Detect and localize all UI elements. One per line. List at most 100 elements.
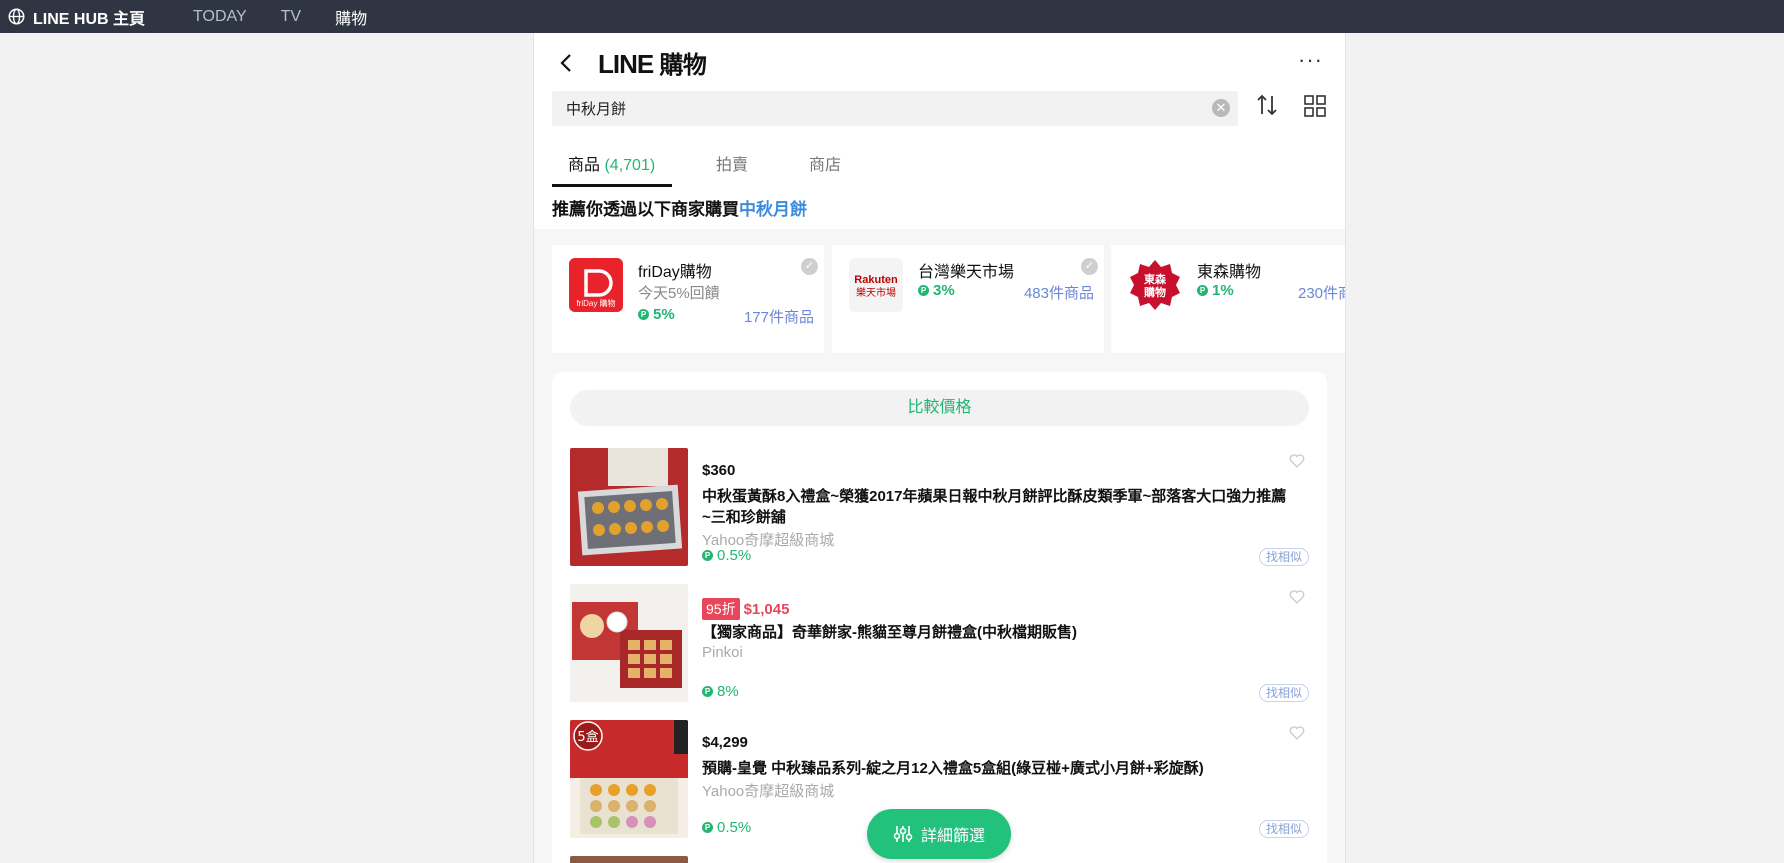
- etmall-logo-text2: 購物: [1143, 285, 1166, 299]
- header-area: LINE 購物 ··· ✕ 商品 (4,701) 拍賣 商店: [534, 33, 1345, 229]
- product-points: P 8%: [702, 683, 739, 700]
- price-value: $360: [702, 462, 736, 479]
- product-badge: 5盒: [577, 729, 598, 745]
- point-icon: P: [918, 285, 929, 296]
- find-similar-button[interactable]: 找相似: [1258, 548, 1309, 566]
- rakuten-logo: Rakuten 樂天市場: [849, 258, 903, 312]
- check-icon: ✓: [1081, 258, 1098, 275]
- product-points: P 0.5%: [702, 547, 751, 564]
- etmall-logo-text1: 東森: [1144, 272, 1167, 286]
- home-link[interactable]: LINE HUB 主頁: [8, 5, 145, 29]
- etmall-logo: 東森 購物: [1128, 258, 1182, 312]
- top-nav: LINE HUB 主頁 TODAY TV 購物: [0, 0, 1784, 33]
- product-price: $4,299: [702, 734, 748, 751]
- compare-price-button[interactable]: 比較價格: [570, 390, 1309, 426]
- store-item-count[interactable]: 483件商品: [1024, 282, 1094, 303]
- tab-stores[interactable]: 商店: [809, 151, 841, 175]
- product-item[interactable]: $360 中秋蛋黃酥8入禮盒~榮獲2017年蘋果日報中秋月餅評比酥皮類季軍~部落…: [570, 448, 1309, 568]
- friday-logo-text: friDay 購物: [576, 298, 615, 308]
- points-value: 8%: [717, 683, 739, 700]
- home-label: LINE HUB 主頁: [33, 10, 146, 28]
- store-card-friday[interactable]: friDay 購物 friDay購物 今天5%回饋 P 5% 177件商品 ✓: [552, 245, 824, 353]
- price-value: $4,299: [702, 734, 748, 751]
- more-icon[interactable]: ···: [1298, 47, 1323, 73]
- product-title[interactable]: 中秋蛋黃酥8入禮盒~榮獲2017年蘋果日報中秋月餅評比酥皮類季軍~部落客大口強力…: [702, 486, 1292, 528]
- heart-icon[interactable]: [1289, 726, 1305, 740]
- nav-tab-today[interactable]: TODAY: [193, 8, 247, 26]
- store-points-value: 3%: [933, 282, 955, 299]
- points-value: 0.5%: [717, 819, 752, 836]
- etmall-logo-icon: 東森 購物: [1130, 260, 1180, 310]
- tab-auction[interactable]: 拍賣: [716, 151, 748, 175]
- product-image[interactable]: [570, 856, 688, 863]
- store-points: P 5%: [638, 306, 675, 323]
- find-similar-button[interactable]: 找相似: [1258, 684, 1309, 702]
- store-card-etmall[interactable]: 東森 購物 東森購物 P 1% 230件商品: [1111, 245, 1345, 353]
- friday-logo-icon: friDay 購物: [576, 269, 616, 308]
- nav-tab-shopping[interactable]: 購物: [335, 5, 367, 29]
- point-icon: P: [702, 822, 713, 833]
- store-promo: 今天5%回饋: [638, 285, 720, 302]
- filter-sliders-icon: [893, 826, 913, 842]
- nav-tab-tv[interactable]: TV: [281, 8, 301, 26]
- store-card-rakuten[interactable]: Rakuten 樂天市場 台灣樂天市場 P 3% 483件商品 ✓: [832, 245, 1104, 353]
- product-title[interactable]: 預購-皇覺 中秋臻品系列-綻之月12入禮盒5盒組(綠豆椪+廣式小月餅+彩旋酥): [702, 758, 1292, 779]
- search-input[interactable]: [564, 99, 1188, 118]
- rakuten-logo-icon: Rakuten 樂天市場: [854, 274, 898, 299]
- point-icon: P: [1197, 285, 1208, 296]
- product-price: 95折 $1,045: [702, 598, 789, 620]
- back-arrow-icon[interactable]: [556, 51, 576, 75]
- recommend-heading: 推薦你透過以下商家購買中秋月餅: [552, 195, 807, 220]
- grid-view-icon[interactable]: [1304, 95, 1326, 117]
- clear-icon[interactable]: ✕: [1212, 99, 1230, 117]
- store-item-count[interactable]: 177件商品: [744, 306, 814, 327]
- store-carousel: friDay 購物 friDay購物 今天5%回饋 P 5% 177件商品 ✓ R…: [552, 245, 1345, 353]
- rakuten-logo-text2: 樂天市場: [856, 286, 896, 299]
- heart-icon[interactable]: [1289, 590, 1305, 604]
- find-similar-button[interactable]: 找相似: [1258, 820, 1309, 838]
- point-icon: P: [638, 309, 649, 320]
- product-image-graphic: [570, 448, 688, 566]
- search-bar: ✕: [552, 91, 1238, 126]
- product-item[interactable]: 95折 $1,045 【獨家商品】奇華餅家-熊貓至尊月餅禮盒(中秋檔期販售) Pi…: [570, 584, 1309, 704]
- product-image-graphic: 5盒: [570, 720, 688, 838]
- friday-logo: friDay 購物: [569, 258, 623, 312]
- discount-badge: 95折: [702, 598, 740, 620]
- product-points: P 0.5%: [702, 819, 751, 836]
- product-price: $360: [702, 462, 735, 479]
- product-image[interactable]: [570, 448, 688, 566]
- tab-products[interactable]: 商品 (4,701): [568, 151, 655, 175]
- logo-line: LINE: [598, 49, 654, 79]
- point-icon: P: [702, 686, 713, 697]
- store-name: 台灣樂天市場: [918, 264, 1015, 281]
- store-item-count[interactable]: 230件商品: [1298, 282, 1345, 303]
- store-points-value: 5%: [653, 306, 675, 323]
- filter-label: 詳細篩選: [920, 828, 985, 845]
- logo-text: 購物: [659, 52, 707, 79]
- points-value: 0.5%: [717, 547, 752, 564]
- recommend-keyword[interactable]: 中秋月餅: [739, 200, 807, 219]
- detailed-filter-button[interactable]: 詳細篩選: [867, 809, 1011, 859]
- price-value: $1,045: [743, 600, 790, 618]
- product-list: 比較價格 $360 中秋蛋黃酥8入禮盒~榮獲2017年蘋果日報中秋月餅評比酥皮類…: [552, 372, 1327, 863]
- store-points-value: 1%: [1212, 282, 1234, 299]
- product-shop: Yahoo奇摩超級商城: [702, 783, 835, 800]
- sort-icon[interactable]: [1256, 93, 1278, 117]
- store-points: P 3%: [918, 282, 955, 299]
- tab-products-count: (4,701): [604, 157, 656, 174]
- tab-products-label: 商品: [568, 157, 601, 174]
- app-logo: LINE 購物: [598, 45, 707, 80]
- product-image[interactable]: 5盒: [570, 720, 688, 838]
- store-name: friDay購物: [638, 264, 712, 281]
- product-image[interactable]: [570, 584, 688, 702]
- globe-icon: [8, 8, 25, 25]
- active-tab-underline: [552, 184, 672, 187]
- store-points: P 1%: [1197, 282, 1234, 299]
- product-image-graphic: [570, 584, 688, 702]
- main-column: LINE 購物 ··· ✕ 商品 (4,701) 拍賣 商店: [533, 33, 1346, 863]
- store-name: 東森購物: [1197, 264, 1262, 281]
- product-shop: Pinkoi: [702, 644, 743, 661]
- product-title[interactable]: 【獨家商品】奇華餅家-熊貓至尊月餅禮盒(中秋檔期販售): [702, 622, 1292, 643]
- rakuten-logo-text1: Rakuten: [854, 274, 898, 286]
- heart-icon[interactable]: [1289, 454, 1305, 468]
